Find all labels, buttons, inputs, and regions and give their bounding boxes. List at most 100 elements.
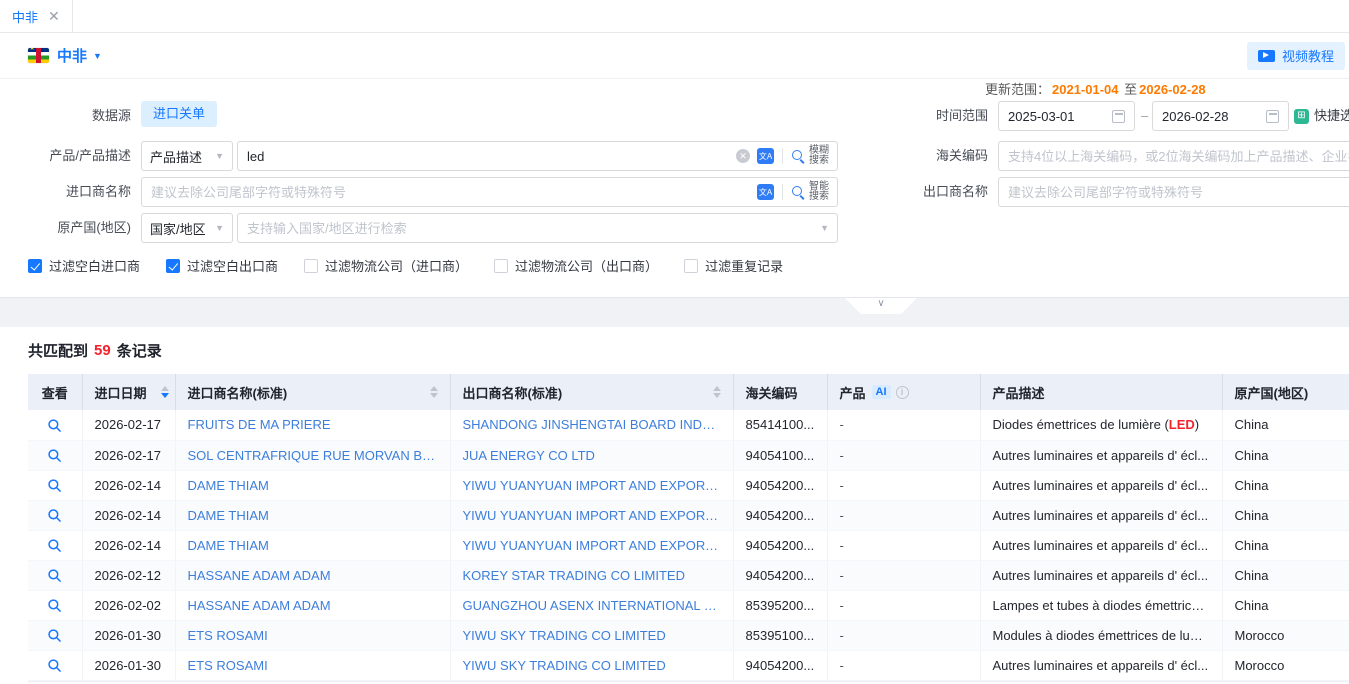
view-record-button[interactable] (28, 620, 82, 650)
cell-importer-link[interactable]: ETS ROSAMI (175, 650, 450, 680)
cell-import-date: 2026-02-14 (82, 470, 175, 500)
view-record-button[interactable] (28, 530, 82, 560)
translate-icon[interactable]: 文A (757, 184, 774, 200)
cell-exporter-link[interactable]: JUA ENERGY CO LTD (450, 440, 733, 470)
date-start-input[interactable]: 2025-03-01 (998, 101, 1135, 131)
calendar-icon (1112, 110, 1125, 123)
calendar-icon (1266, 110, 1279, 123)
col-exporter-name[interactable]: 出口商名称(标准) (450, 374, 733, 410)
view-record-button[interactable] (28, 500, 82, 530)
sort-control[interactable] (430, 386, 438, 399)
origin-country-input[interactable] (238, 221, 820, 236)
sort-desc-icon[interactable] (430, 393, 438, 398)
cell-exporter-link[interactable]: SHANDONG JINSHENGTAI BOARD INDUST... (450, 410, 733, 440)
collapse-panel-button[interactable]: ∨ (845, 298, 917, 314)
view-record-button[interactable] (28, 440, 82, 470)
cell-importer-link[interactable]: DAME THIAM (175, 530, 450, 560)
video-tutorial-button[interactable]: 视频教程 (1247, 42, 1345, 70)
cell-hs-code: 94054100... (733, 440, 827, 470)
sort-asc-icon[interactable] (713, 386, 721, 391)
fuzzy-search-button[interactable]: 模糊搜索 (809, 146, 829, 166)
tab-central-africa[interactable]: 中非 ✕ (0, 0, 73, 32)
search-magnifier-icon (47, 538, 62, 553)
table-row: 2026-01-30 ETS ROSAMI YIWU SKY TRADING C… (28, 620, 1349, 650)
search-magnifier-icon (47, 568, 62, 583)
cell-importer-link[interactable]: FRUITS DE MA PRIERE (175, 410, 450, 440)
smart-search-icon[interactable] (791, 185, 806, 200)
search-magnifier-icon (47, 508, 62, 523)
table-row: 2026-02-17 SOL CENTRAFRIQUE RUE MORVAN B… (28, 440, 1349, 470)
view-record-button[interactable] (28, 410, 82, 440)
chevron-down-icon[interactable]: ▼ (93, 51, 102, 61)
search-magnifier-icon (47, 658, 62, 673)
trade-data-app: { "tab": { "label": "中非" }, "header": { … (0, 0, 1349, 684)
filter-checkbox[interactable]: 过滤空白出口商 (166, 256, 278, 275)
product-search-box: ✕ 文A 模糊搜索 (237, 141, 838, 171)
checkbox-icon[interactable] (684, 259, 698, 273)
partial-next-row (28, 681, 1349, 684)
cell-importer-link[interactable]: DAME THIAM (175, 500, 450, 530)
cell-exporter-link[interactable]: KOREY STAR TRADING CO LIMITED (450, 560, 733, 590)
view-record-button[interactable] (28, 590, 82, 620)
importer-name-input[interactable] (142, 185, 757, 200)
divider (782, 148, 783, 164)
country-selector[interactable]: 中非 (57, 45, 87, 66)
col-importer-name[interactable]: 进口商名称(标准) (175, 374, 450, 410)
cell-import-date: 2026-02-17 (82, 410, 175, 440)
cell-importer-link[interactable]: HASSANE ADAM ADAM (175, 560, 450, 590)
cell-exporter-link[interactable]: YIWU YUANYUAN IMPORT AND EXPORT C... (450, 470, 733, 500)
table-row: 2026-02-12 HASSANE ADAM ADAM KOREY STAR … (28, 560, 1349, 590)
clear-icon[interactable]: ✕ (736, 149, 750, 163)
sort-desc-icon[interactable] (713, 393, 721, 398)
product-description-input[interactable] (238, 149, 736, 164)
cell-exporter-link[interactable]: YIWU SKY TRADING CO LIMITED (450, 620, 733, 650)
chevron-down-icon: ∨ (877, 298, 884, 309)
col-hs-code: 海关编码 (733, 374, 827, 410)
view-record-button[interactable] (28, 470, 82, 500)
filter-checkbox[interactable]: 过滤物流公司（进口商） (304, 256, 468, 275)
sort-asc-icon[interactable] (161, 386, 169, 391)
cell-hs-code: 94054200... (733, 500, 827, 530)
cell-import-date: 2026-02-17 (82, 440, 175, 470)
filter-panel: 更新范围：2021-01-04 至2026-02-28 数据源 进口关单 时间范… (0, 79, 1349, 298)
close-icon[interactable]: ✕ (48, 9, 60, 23)
date-end-input[interactable]: 2026-02-28 (1152, 101, 1289, 131)
cell-exporter-link[interactable]: YIWU SKY TRADING CO LIMITED (450, 650, 733, 680)
translate-icon[interactable]: 文A (757, 148, 774, 164)
cell-exporter-link[interactable]: YIWU YUANYUAN IMPORT AND EXPORT C... (450, 530, 733, 560)
product-type-select[interactable]: 产品描述▼ (141, 141, 233, 171)
view-record-button[interactable] (28, 560, 82, 590)
sort-control[interactable] (713, 386, 721, 399)
info-icon[interactable]: i (896, 386, 909, 399)
sort-desc-icon-active[interactable] (161, 393, 169, 398)
sort-asc-icon[interactable] (430, 386, 438, 391)
sort-control[interactable] (161, 386, 169, 399)
datasource-import-declaration-chip[interactable]: 进口关单 (141, 101, 217, 127)
cell-importer-link[interactable]: ETS ROSAMI (175, 620, 450, 650)
cell-origin-country: China (1222, 440, 1349, 470)
cell-importer-link[interactable]: HASSANE ADAM ADAM (175, 590, 450, 620)
cell-exporter-link[interactable]: YIWU YUANYUAN IMPORT AND EXPORT C... (450, 500, 733, 530)
exporter-search-box (998, 177, 1349, 207)
exporter-name-input[interactable] (999, 185, 1349, 200)
checkbox-icon[interactable] (166, 259, 180, 273)
cell-product: - (827, 500, 980, 530)
checkbox-icon[interactable] (28, 259, 42, 273)
smart-search-button[interactable]: 智能搜索 (809, 182, 829, 202)
filter-checkbox[interactable]: 过滤物流公司（出口商） (494, 256, 658, 275)
filter-checkbox[interactable]: 过滤空白进口商 (28, 256, 140, 275)
checkbox-icon[interactable] (304, 259, 318, 273)
chevron-down-icon: ▼ (215, 151, 224, 161)
result-count-line: 共匹配到 59 条记录 (28, 327, 1349, 361)
hs-code-input[interactable] (999, 149, 1349, 164)
origin-type-select[interactable]: 国家/地区▼ (141, 213, 233, 243)
quick-select-button[interactable]: ⊞ 快捷选择 (1294, 101, 1349, 131)
col-import-date[interactable]: 进口日期 (82, 374, 175, 410)
fuzzy-search-icon[interactable] (791, 149, 806, 164)
view-record-button[interactable] (28, 650, 82, 680)
cell-importer-link[interactable]: SOL CENTRAFRIQUE RUE MORVAN BAT OF... (175, 440, 450, 470)
cell-exporter-link[interactable]: GUANGZHOU ASENX INTERNATIONAL CO ... (450, 590, 733, 620)
cell-importer-link[interactable]: DAME THIAM (175, 470, 450, 500)
filter-checkbox[interactable]: 过滤重复记录 (684, 256, 783, 275)
checkbox-icon[interactable] (494, 259, 508, 273)
